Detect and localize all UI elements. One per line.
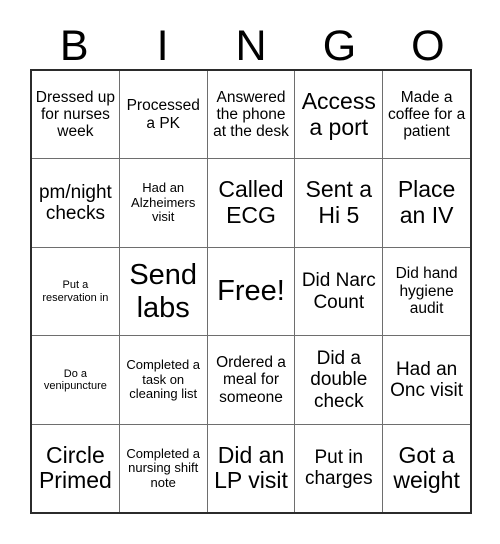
bingo-cell-label: Sent a Hi 5 [305, 176, 373, 229]
bingo-cell[interactable]: Put in charges [295, 424, 384, 513]
bingo-cell-label: Access a port [301, 87, 376, 140]
bingo-row: Dressed up for nurses week Processed a P… [32, 71, 470, 160]
bingo-cell-label: Completed a nursing shift note [126, 445, 201, 490]
bingo-cell-label: Put in charges [304, 447, 373, 490]
bingo-cell[interactable]: pm/night checks [32, 159, 120, 247]
bingo-cell-label: Got a weight [393, 441, 460, 494]
bingo-cell[interactable]: Completed a task on cleaning list [119, 336, 208, 424]
bingo-cell[interactable]: Made a coffee for a patient [383, 71, 470, 159]
bingo-cell[interactable]: Access a port [295, 71, 384, 159]
bingo-cell-label: Send labs [129, 259, 198, 324]
header-letter-n: N [235, 22, 267, 70]
bingo-cell[interactable]: Place an IV [383, 159, 470, 247]
bingo-cell-label: Had an Alzheimers visit [131, 180, 196, 225]
bingo-cell[interactable]: Send labs [119, 247, 208, 336]
bingo-cell-label: Answered the phone at the desk [213, 88, 289, 141]
bingo-cell[interactable]: Put a reservation in [32, 247, 120, 336]
bingo-cell-label: Put a reservation in [42, 279, 109, 304]
bingo-cell-label: Circle Primed [38, 441, 112, 494]
bingo-cell[interactable]: Completed a nursing shift note [119, 424, 208, 513]
bingo-grid: Dressed up for nurses week Processed a P… [30, 69, 472, 514]
header-letter-g: G [322, 22, 357, 70]
bingo-row: pm/night checks Had an Alzheimers visit … [32, 159, 470, 248]
bingo-cell-label: Completed a task on cleaning list [126, 357, 201, 402]
bingo-cell-label: Called ECG [218, 176, 284, 229]
bingo-cell[interactable]: Got a weight [383, 424, 470, 513]
bingo-cell-label: Do a venipuncture [43, 367, 107, 392]
bingo-cell[interactable]: Did a double check [295, 336, 384, 424]
bingo-cell[interactable]: Answered the phone at the desk [207, 71, 296, 159]
bingo-cell-label: Did hand hygiene audit [395, 265, 458, 318]
bingo-cell-label: Had an Onc visit [390, 358, 464, 401]
bingo-row: Circle Primed Completed a nursing shift … [32, 424, 470, 513]
bingo-cell-label: Ordered a meal for someone [216, 353, 286, 406]
bingo-cell[interactable]: Did hand hygiene audit [383, 247, 470, 336]
bingo-row: Do a venipuncture Completed a task on cl… [32, 336, 470, 425]
bingo-cell-label: Place an IV [397, 176, 456, 229]
bingo-card: B I N G O Dressed up for nurses week Pro… [0, 0, 500, 544]
header-letter-o: O [411, 22, 445, 70]
bingo-row: Put a reservation in Send labs Free! Did… [32, 247, 470, 337]
bingo-cell-label: Did Narc Count [301, 270, 376, 313]
bingo-cell[interactable]: Circle Primed [32, 424, 120, 513]
header-letter-i: I [156, 22, 169, 70]
bingo-cell[interactable]: Had an Onc visit [383, 336, 470, 424]
bingo-cell-label: Processed a PK [126, 97, 200, 132]
bingo-cell[interactable]: Did an LP visit [207, 424, 296, 513]
bingo-cell-label: Dressed up for nurses week [35, 88, 116, 141]
bingo-cell-label: Free! [217, 275, 285, 308]
bingo-header-row: B I N G O [30, 18, 472, 69]
bingo-cell-label: Did an LP visit [214, 441, 288, 494]
header-letter-b: B [59, 22, 89, 70]
bingo-cell[interactable]: Ordered a meal for someone [207, 336, 296, 424]
bingo-cell-label: Made a coffee for a patient [387, 88, 466, 141]
bingo-cell[interactable]: Sent a Hi 5 [295, 159, 384, 247]
bingo-cell-label: pm/night checks [38, 181, 112, 225]
bingo-cell[interactable]: Had an Alzheimers visit [119, 159, 208, 247]
bingo-cell[interactable]: Did Narc Count [295, 247, 384, 336]
bingo-cell[interactable]: Called ECG [207, 159, 296, 247]
bingo-cell-free[interactable]: Free! [207, 247, 296, 336]
bingo-cell-label: Did a double check [310, 348, 368, 412]
bingo-cell[interactable]: Processed a PK [119, 71, 208, 159]
bingo-cell[interactable]: Dressed up for nurses week [32, 71, 120, 159]
bingo-cell[interactable]: Do a venipuncture [32, 336, 120, 424]
